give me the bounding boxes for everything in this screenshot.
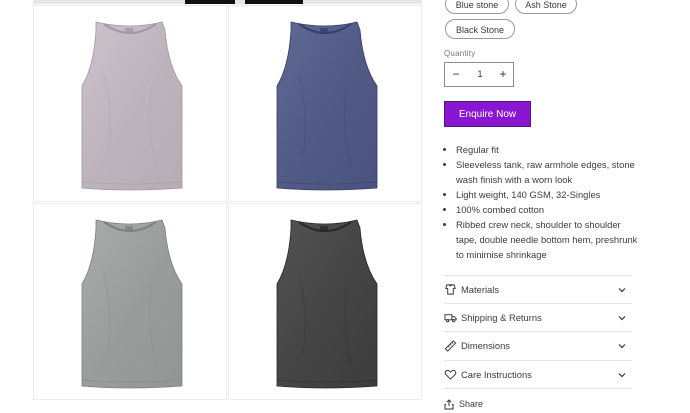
list-item: Sleeveless tank, raw armhole edges, ston… [456, 157, 638, 187]
variant-ash-stone[interactable]: Ash Stone [515, 0, 577, 14]
chevron-down-icon [618, 373, 626, 378]
list-item: Regular fit [456, 142, 638, 157]
variant-blue-stone[interactable]: Blue stone [445, 0, 509, 14]
accordion-label: Dimensions [461, 340, 510, 351]
quantity-input[interactable]: 1 [467, 63, 493, 86]
accordion-label: Materials [461, 284, 500, 295]
accordion-care-instructions[interactable]: Care Instructions [444, 360, 632, 388]
accordion-label: Care Instructions [461, 369, 532, 380]
tank-top-image [276, 21, 378, 191]
quantity-increase-button[interactable]: + [492, 63, 514, 86]
tank-top-image [81, 219, 183, 389]
variant-black-stone[interactable]: Black Stone [445, 19, 515, 39]
feature-list: Regular fit Sleeveless tank, raw armhole… [444, 142, 638, 262]
quantity-decrease-button[interactable]: − [445, 63, 467, 86]
ruler-icon [444, 340, 457, 352]
quantity-stepper: − 1 + [444, 62, 514, 87]
accordion-dimensions[interactable]: Dimensions [444, 331, 632, 359]
chevron-down-icon [618, 344, 626, 349]
tank-top-image [81, 21, 183, 191]
quantity-label: Quantity [444, 49, 476, 58]
product-image-blue-stone[interactable] [228, 5, 422, 202]
share-label: Share [459, 399, 484, 409]
accordion-label: Shipping & Returns [461, 312, 542, 323]
accordion-shipping-returns[interactable]: Shipping & Returns [444, 303, 632, 331]
product-image-ash-stone[interactable] [33, 5, 227, 202]
accordion-materials[interactable]: Materials [444, 275, 632, 303]
materials-icon [445, 284, 456, 295]
truck-icon [444, 314, 457, 323]
previous-image-strip [33, 0, 422, 4]
product-image-black-stone[interactable] [228, 203, 422, 400]
product-gallery [33, 0, 422, 400]
list-item: Light weight, 140 GSM, 32-Singles [456, 187, 638, 202]
divider [444, 388, 632, 389]
share-icon [444, 399, 454, 410]
chevron-down-icon [618, 316, 626, 321]
chevron-down-icon [618, 288, 626, 293]
list-item: 100% combed cotton [456, 202, 638, 217]
tank-top-image [276, 219, 378, 389]
enquire-now-button[interactable]: Enquire Now [444, 101, 531, 127]
product-image-grey-stone[interactable] [33, 203, 227, 400]
list-item: Ribbed crew neck, shoulder to shoulder t… [456, 217, 638, 262]
heart-icon [444, 369, 457, 380]
